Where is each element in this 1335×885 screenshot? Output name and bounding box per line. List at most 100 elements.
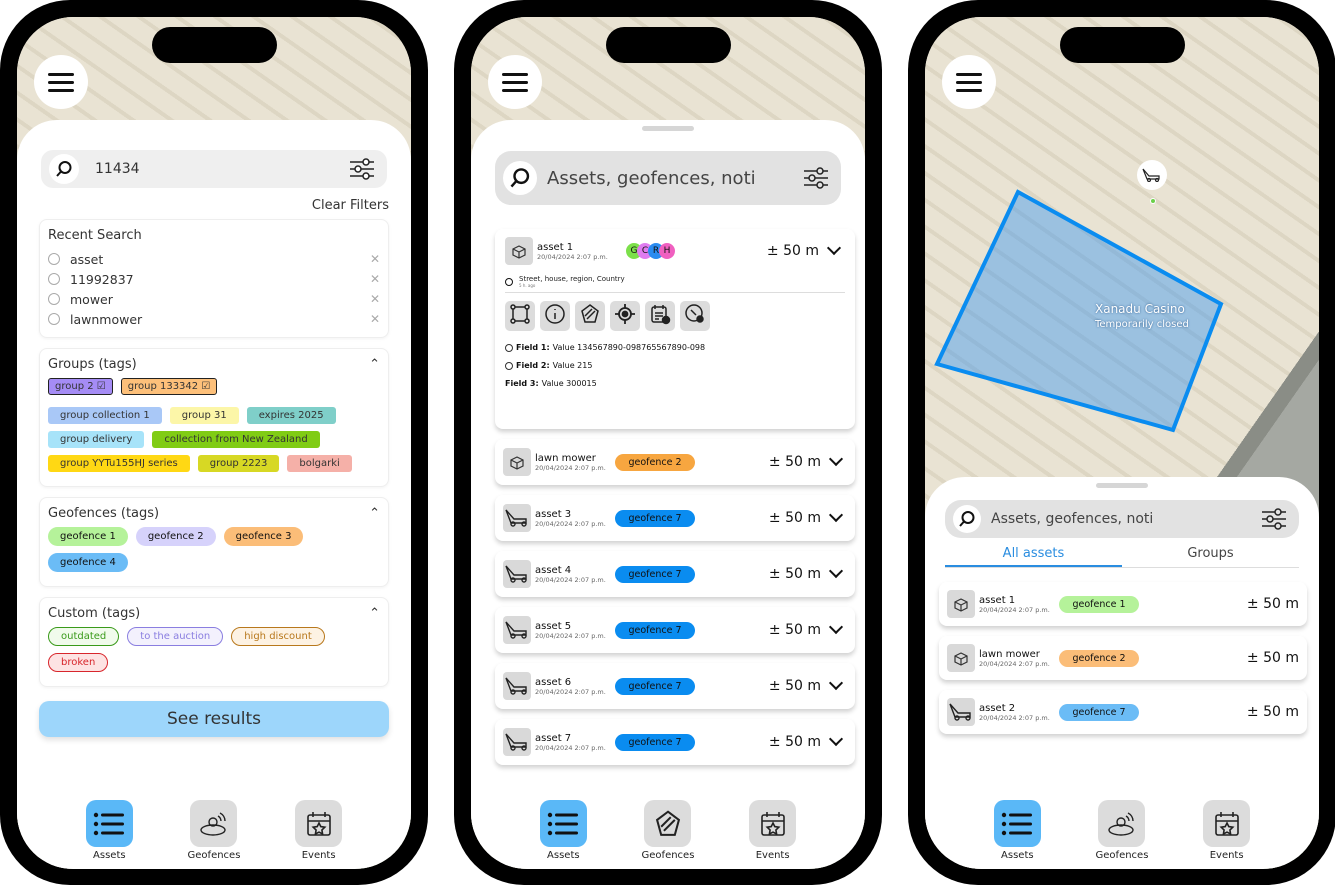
geofence-badge[interactable]: geofence 7	[615, 621, 695, 639]
search-input[interactable]: Assets, geofences, noti	[547, 168, 803, 189]
recent-search-item[interactable]: mower ✕	[48, 289, 380, 309]
filter-icon[interactable]	[349, 158, 375, 180]
group-tag[interactable]: expires 2025	[246, 407, 336, 424]
chevron-down-icon[interactable]	[828, 675, 844, 691]
nav-events[interactable]: Events	[733, 800, 813, 861]
remove-icon[interactable]: ✕	[370, 252, 380, 266]
geofence-button[interactable]	[575, 301, 605, 331]
group-tag[interactable]: group collection 1	[48, 407, 162, 424]
geofence-icon[interactable]	[190, 800, 238, 847]
search-input[interactable]: 11434	[95, 161, 349, 177]
collapse-icon[interactable]: ⌃	[369, 606, 380, 621]
asset-row[interactable]: asset 2 20/04/2024 2:07 p.m. geofence 7 ± 5…	[939, 690, 1307, 734]
geofence-tag[interactable]: geofence 4	[48, 553, 128, 572]
custom-tag[interactable]: to the auction	[127, 627, 224, 646]
geofence-badge[interactable]: geofence 2	[1059, 649, 1139, 667]
search-bar[interactable]: 11434	[41, 150, 387, 188]
nav-assets[interactable]: Assets	[69, 800, 149, 861]
filter-icon[interactable]	[1261, 508, 1287, 530]
tab-all-assets[interactable]: All assets	[945, 546, 1122, 567]
search-bar[interactable]: Assets, geofences, noti	[945, 500, 1299, 538]
list-icon[interactable]	[993, 800, 1041, 847]
selected-group-tag[interactable]: group 2 ☑	[48, 378, 113, 395]
search-icon[interactable]	[953, 505, 981, 533]
clear-filters-link[interactable]: Clear Filters	[17, 198, 389, 213]
remove-icon[interactable]: ✕	[370, 272, 380, 286]
chevron-down-icon[interactable]	[826, 240, 842, 256]
search-icon[interactable]	[503, 161, 537, 195]
map-place-label[interactable]: Xanadu Casino Temporarily closed	[1095, 302, 1189, 330]
geofence-badge[interactable]: geofence 7	[615, 677, 695, 695]
asset-row[interactable]: asset 3 20/04/2024 2:07 p.m. geofence 7 ± 5…	[495, 495, 855, 541]
list-icon[interactable]	[85, 800, 133, 847]
nav-assets[interactable]: Assets	[523, 800, 603, 861]
asset-row[interactable]: asset 7 20/04/2024 2:07 p.m. geofence 7 ± 5…	[495, 719, 855, 765]
custom-tag[interactable]: outdated	[48, 627, 120, 646]
nav-assets[interactable]: Assets	[977, 800, 1057, 861]
asset-map-marker[interactable]	[1137, 160, 1167, 190]
custom-tag[interactable]: broken	[48, 653, 109, 672]
menu-button[interactable]	[34, 55, 88, 109]
group-tag[interactable]: group delivery	[48, 431, 145, 448]
geofence-icon[interactable]	[644, 800, 692, 847]
group-tag[interactable]: collection from New Zealand	[152, 431, 320, 448]
collapse-icon[interactable]: ⌃	[369, 357, 380, 372]
asset-row[interactable]: lawn mower 20/04/2024 2:07 p.m. geofence 2…	[495, 439, 855, 485]
asset-row[interactable]: asset 6 20/04/2024 2:07 p.m. geofence 7 ± 5…	[495, 663, 855, 709]
group-tag[interactable]: group YYTu155HJ series	[48, 455, 190, 472]
chevron-down-icon[interactable]	[828, 563, 844, 579]
filter-icon[interactable]	[803, 167, 829, 189]
calendar-star-icon[interactable]	[1203, 800, 1251, 847]
geofence-tag[interactable]: geofence 2	[135, 527, 216, 546]
locate-button[interactable]	[610, 301, 640, 331]
menu-button[interactable]	[942, 55, 996, 109]
nav-geofences[interactable]: Geofences	[174, 800, 254, 861]
asset-card-expanded[interactable]: asset 1 20/04/2024 2:07 p.m. GCRH ± 50 m …	[495, 229, 855, 429]
calendar-star-icon[interactable]	[295, 800, 343, 847]
search-input[interactable]: Assets, geofences, noti	[991, 511, 1261, 527]
info-button[interactable]	[540, 301, 570, 331]
selected-group-tag[interactable]: group 133342 ☑	[120, 378, 218, 395]
nav-geofences[interactable]: Geofences	[1082, 800, 1162, 861]
remove-icon[interactable]: ✕	[370, 292, 380, 306]
chevron-down-icon[interactable]	[828, 731, 844, 747]
geofence-badge[interactable]: geofence 7	[615, 565, 695, 583]
chevron-down-icon[interactable]	[828, 451, 844, 467]
collapse-icon[interactable]: ⌃	[369, 506, 380, 521]
geofence-badge[interactable]: geofence 1	[1059, 595, 1139, 613]
geofence-tag[interactable]: geofence 1	[48, 527, 128, 546]
custom-tag[interactable]: high discount	[231, 627, 325, 646]
recent-search-item[interactable]: lawnmower ✕	[48, 309, 380, 329]
asset-row[interactable]: asset 4 20/04/2024 2:07 p.m. geofence 7 ± 5…	[495, 551, 855, 597]
see-results-button[interactable]: See results	[39, 701, 389, 737]
group-tag[interactable]: group 2223	[197, 455, 280, 472]
recent-search-item[interactable]: asset ✕	[48, 249, 380, 269]
geofence-badge[interactable]: geofence 7	[615, 509, 695, 527]
geofence-icon[interactable]	[1098, 800, 1146, 847]
calendar-star-icon[interactable]	[749, 800, 797, 847]
geofence-tag[interactable]: geofence 3	[223, 527, 304, 546]
asset-row[interactable]: asset 1 20/04/2024 2:07 p.m. geofence 1 ± 5…	[939, 582, 1307, 626]
user-avatar[interactable]: H	[659, 243, 675, 259]
geofence-badge[interactable]: geofence 7	[1059, 703, 1139, 721]
search-icon[interactable]	[49, 154, 79, 184]
tab-groups[interactable]: Groups	[1122, 546, 1299, 567]
chevron-down-icon[interactable]	[828, 619, 844, 635]
chevron-down-icon[interactable]	[828, 507, 844, 523]
list-icon[interactable]	[539, 800, 587, 847]
geofence-badge[interactable]: geofence 2	[615, 453, 695, 471]
search-bar[interactable]: Assets, geofences, noti	[495, 151, 841, 205]
geofence-badge[interactable]: geofence 7	[615, 733, 695, 751]
route-button[interactable]	[505, 301, 535, 331]
asset-row[interactable]: lawn mower 20/04/2024 2:07 p.m. geofence 2…	[939, 636, 1307, 680]
group-tag[interactable]: group 31	[169, 407, 239, 424]
calendar-clock-button[interactable]	[645, 301, 675, 331]
menu-button[interactable]	[488, 55, 542, 109]
group-tag[interactable]: bolgarki	[287, 455, 352, 472]
maintenance-button[interactable]	[680, 301, 710, 331]
recent-search-item[interactable]: 11992837 ✕	[48, 269, 380, 289]
asset-row[interactable]: asset 5 20/04/2024 2:07 p.m. geofence 7 ± 5…	[495, 607, 855, 653]
nav-geofences[interactable]: Geofences	[628, 800, 708, 861]
nav-events[interactable]: Events	[279, 800, 359, 861]
remove-icon[interactable]: ✕	[370, 312, 380, 326]
